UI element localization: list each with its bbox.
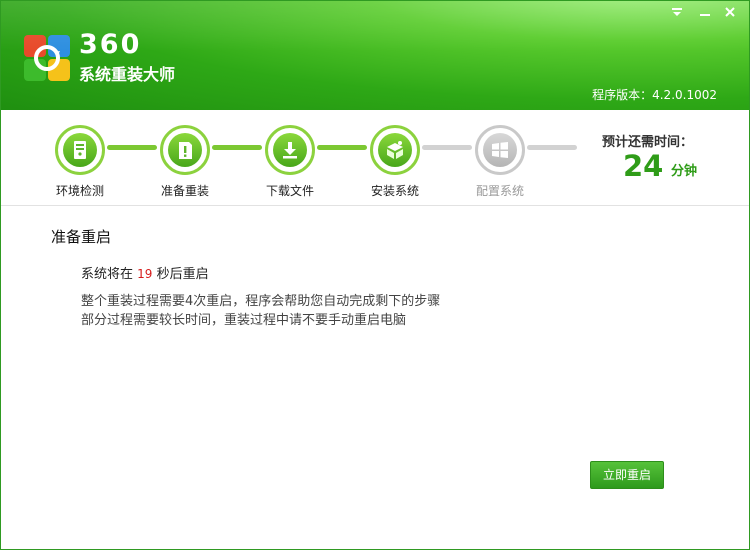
description-line-1: 整个重装过程需要4次重启，程序会帮助您自动完成剩下的步骤 xyxy=(81,294,441,309)
minimize-icon[interactable] xyxy=(696,5,714,23)
step-prepare-reinstall xyxy=(160,125,210,175)
time-estimate-unit: 分钟 xyxy=(671,164,698,179)
time-estimate-value: 24 xyxy=(623,149,664,183)
brand-name: 系统重装大师 xyxy=(79,65,176,84)
step-label: 安装系统 xyxy=(370,184,419,198)
menu-down-icon[interactable] xyxy=(668,5,686,23)
restart-now-button[interactable]: 立即重启 xyxy=(590,461,664,489)
installer-window: 360 系统重装大师 程序版本：4.2.0.1002 环境检测 准备重装 下载文… xyxy=(0,0,750,550)
step-install-system xyxy=(370,125,420,175)
step-configure-system xyxy=(475,125,525,175)
step-environment-check xyxy=(55,125,105,175)
countdown-seconds: 19 xyxy=(137,267,153,281)
install-box-icon xyxy=(387,141,403,159)
countdown-suffix: 秒后重启 xyxy=(156,267,209,282)
description-line-2: 部分过程需要较长时间，重装过程中请不要手动重启电脑 xyxy=(81,313,407,328)
version-label: 程序版本： xyxy=(592,88,653,102)
step-label: 环境检测 xyxy=(55,184,104,198)
progress-steps: 环境检测 准备重装 下载文件 安装系统 配置系统 预计还需时间： 24 分钟 xyxy=(1,111,749,206)
header-banner: 360 系统重装大师 程序版本：4.2.0.1002 xyxy=(1,1,749,110)
step-connector xyxy=(422,145,472,150)
step-connector xyxy=(317,145,367,150)
computer-check-icon xyxy=(74,141,86,159)
step-label: 准备重装 xyxy=(160,184,209,198)
brand-number: 360 xyxy=(79,29,142,60)
time-estimate-title: 预计还需时间： xyxy=(602,135,694,150)
clipboard-exclamation-icon xyxy=(179,142,192,159)
countdown-prefix: 系统将在 xyxy=(81,267,134,282)
restart-countdown: 系统将在 19 秒后重启 xyxy=(81,263,209,282)
step-connector xyxy=(212,145,262,150)
section-title: 准备重启 xyxy=(51,228,112,246)
step-connector xyxy=(527,145,577,150)
version-info: 程序版本：4.2.0.1002 xyxy=(592,86,717,103)
step-label: 下载文件 xyxy=(265,184,314,198)
step-label: 配置系统 xyxy=(475,184,524,198)
step-download-files xyxy=(265,125,315,175)
windows-icon xyxy=(492,142,508,158)
logo-icon xyxy=(24,35,70,81)
step-connector xyxy=(107,145,157,150)
download-icon xyxy=(283,142,297,159)
version-value: 4.2.0.1002 xyxy=(652,88,717,102)
close-icon[interactable] xyxy=(721,5,739,23)
